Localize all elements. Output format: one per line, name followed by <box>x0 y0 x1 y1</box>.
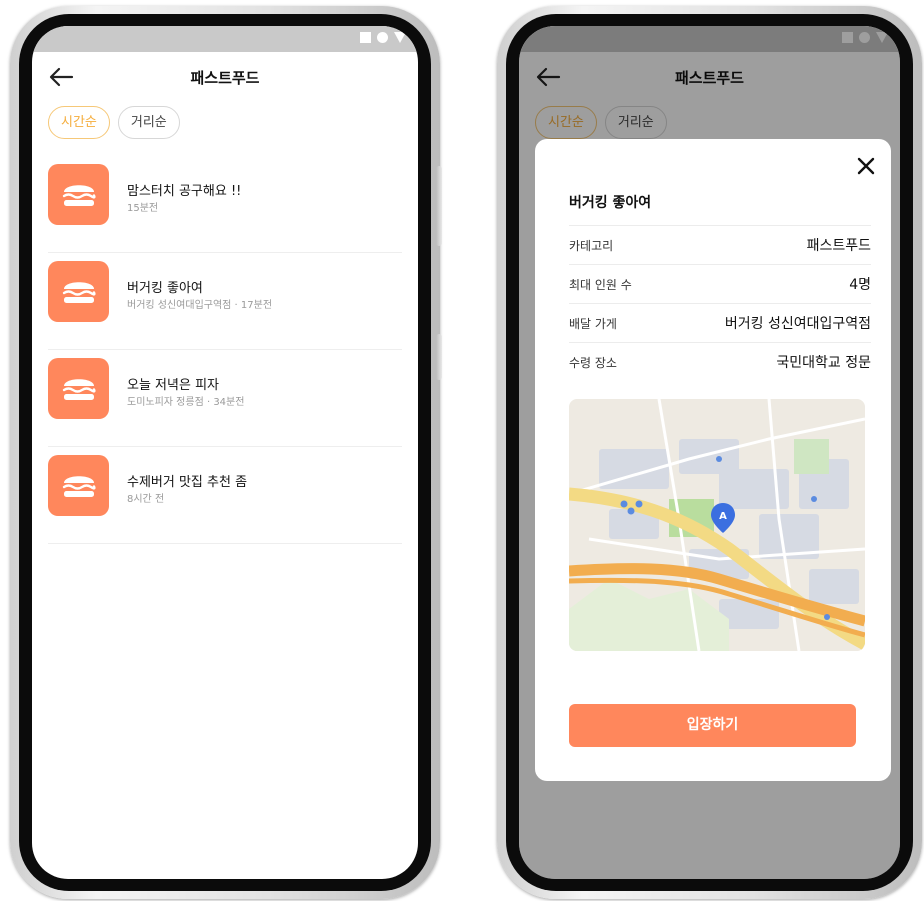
item-subtitle: 버거킹 성신여대입구역점 · 17분전 <box>127 300 273 311</box>
burger-icon <box>48 164 109 225</box>
post-detail-modal: 버거킹 좋아여 카테고리 패스트푸드 최대 인원 수 4명 배달 가게 버거킹 … <box>535 139 891 781</box>
post-list: 맘스터치 공구해요 !! 15분전 버거킹 좋아여 버거킹 성신여대입구역점 ·… <box>48 156 402 544</box>
page-title: 패스트푸드 <box>190 69 260 87</box>
row-label: 카테고리 <box>569 239 614 253</box>
enter-button[interactable]: 입장하기 <box>569 704 856 747</box>
power-button <box>436 334 442 380</box>
detail-row-category: 카테고리 패스트푸드 <box>569 225 871 264</box>
detail-row-pickup: 수령 장소 국민대학교 정문 <box>569 342 871 381</box>
app-header: 패스트푸드 <box>32 52 418 102</box>
detail-screen: 패스트푸드 시간순 거리순 버거킹 좋아여 카테고리 패스트푸드 최대 인원 수… <box>519 26 900 879</box>
circle-icon <box>377 32 388 43</box>
item-title: 맘스터치 공구해요 !! <box>127 184 242 199</box>
volume-button <box>436 166 442 246</box>
item-title: 수제버거 맛집 추천 좀 <box>127 475 248 490</box>
row-label: 최대 인원 수 <box>569 278 632 292</box>
phone-frame-list: 패스트푸드 시간순 거리순 맘스터치 공구해요 !! 15분전 버거킹 좋아여 … <box>10 6 442 899</box>
row-value: 국민대학교 정문 <box>776 355 871 371</box>
sort-chip-time[interactable]: 시간순 <box>48 106 110 139</box>
square-icon <box>360 32 371 43</box>
list-screen: 패스트푸드 시간순 거리순 맘스터치 공구해요 !! 15분전 버거킹 좋아여 … <box>32 26 418 879</box>
detail-row-max-people: 최대 인원 수 4명 <box>569 264 871 303</box>
detail-rows: 카테고리 패스트푸드 최대 인원 수 4명 배달 가게 버거킹 성신여대입구역점… <box>569 225 871 381</box>
row-value: 패스트푸드 <box>806 238 871 254</box>
row-label: 배달 가게 <box>569 317 617 331</box>
burger-icon <box>48 455 109 516</box>
row-label: 수령 장소 <box>569 356 617 370</box>
item-subtitle: 15분전 <box>127 203 159 214</box>
row-value: 4명 <box>849 277 871 293</box>
item-title: 버거킹 좋아여 <box>127 281 203 296</box>
phone-frame-detail: 패스트푸드 시간순 거리순 버거킹 좋아여 카테고리 패스트푸드 최대 인원 수… <box>497 6 922 899</box>
map-image: A <box>569 399 865 651</box>
triangle-icon <box>394 32 406 43</box>
list-item[interactable]: 맘스터치 공구해요 !! 15분전 <box>48 156 402 253</box>
map-marker-label: A <box>719 511 727 522</box>
close-icon[interactable] <box>855 155 877 177</box>
detail-row-store: 배달 가게 버거킹 성신여대입구역점 <box>569 303 871 342</box>
location-map[interactable]: A <box>569 399 865 651</box>
row-value: 버거킹 성신여대입구역점 <box>724 316 871 332</box>
status-bar <box>32 26 418 52</box>
list-item[interactable]: 오늘 저녁은 피자 도미노피자 정릉점 · 34분전 <box>48 350 402 447</box>
sort-chip-distance[interactable]: 거리순 <box>117 106 180 139</box>
sort-chips: 시간순 거리순 <box>48 106 180 139</box>
burger-icon <box>48 261 109 322</box>
item-subtitle: 8시간 전 <box>127 494 165 505</box>
list-item[interactable]: 수제버거 맛집 추천 좀 8시간 전 <box>48 447 402 544</box>
item-subtitle: 도미노피자 정릉점 · 34분전 <box>127 397 245 408</box>
list-item[interactable]: 버거킹 좋아여 버거킹 성신여대입구역점 · 17분전 <box>48 253 402 350</box>
item-title: 오늘 저녁은 피자 <box>127 378 219 393</box>
burger-icon <box>48 358 109 419</box>
modal-title: 버거킹 좋아여 <box>569 195 652 211</box>
